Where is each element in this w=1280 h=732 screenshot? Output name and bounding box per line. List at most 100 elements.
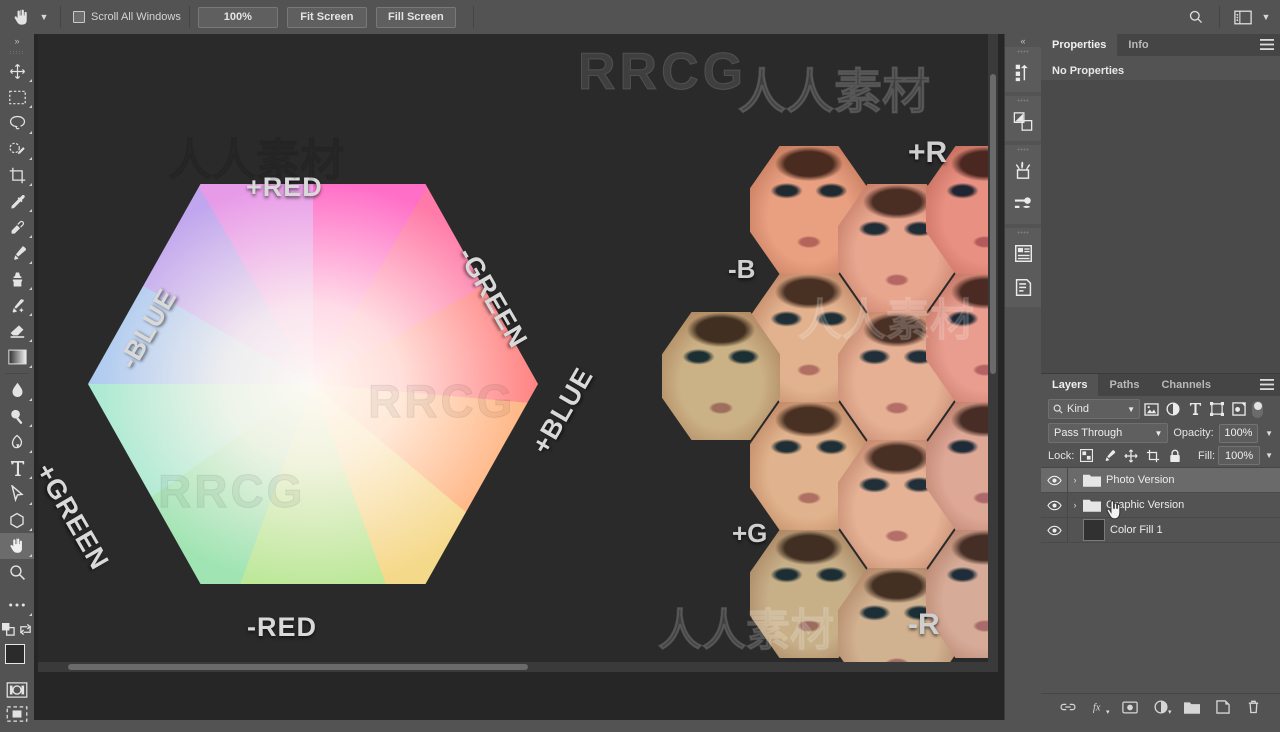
layer-style-button[interactable]: fx ▾ bbox=[1090, 698, 1109, 717]
default-colors-icon[interactable] bbox=[0, 618, 17, 640]
new-group-button[interactable] bbox=[1183, 698, 1201, 716]
canvas-horizontal-scrollbar[interactable] bbox=[38, 662, 998, 672]
scrollbar-thumb[interactable] bbox=[990, 74, 996, 374]
fill-chevron-icon[interactable]: ▼ bbox=[1265, 451, 1273, 460]
tab-info[interactable]: Info bbox=[1117, 34, 1159, 56]
lock-all-icon[interactable] bbox=[1165, 446, 1184, 465]
brush-tool[interactable] bbox=[0, 240, 34, 266]
new-adjustment-layer-button[interactable]: ▾ bbox=[1152, 698, 1172, 716]
toolbar-collapse-icon[interactable]: » bbox=[0, 34, 34, 48]
rail-grip[interactable] bbox=[1005, 96, 1041, 104]
edit-toolbar-ellipsis-icon[interactable] bbox=[0, 592, 34, 618]
filter-enable-toggle[interactable] bbox=[1252, 400, 1263, 418]
panel-menu-icon[interactable] bbox=[1260, 379, 1274, 390]
zoom-tool[interactable] bbox=[0, 559, 34, 585]
tool-corner-marker bbox=[29, 365, 32, 368]
foreground-color-swatch[interactable] bbox=[5, 644, 25, 664]
toolbar-grip[interactable] bbox=[0, 48, 34, 58]
canvas-vertical-scrollbar[interactable] bbox=[988, 34, 998, 672]
pen-tool[interactable] bbox=[0, 429, 34, 455]
filter-shape-layers-icon[interactable] bbox=[1206, 399, 1228, 419]
hand-tool[interactable] bbox=[0, 533, 34, 559]
group-expand-chevron-icon[interactable]: › bbox=[1068, 475, 1082, 485]
document-window[interactable]: +RED -GREEN +BLUE -RED +GREEN -BLUE +R -… bbox=[38, 34, 998, 672]
shape-tool[interactable] bbox=[0, 507, 34, 533]
layer-name[interactable]: Graphic Version bbox=[1106, 499, 1184, 511]
layer-color-fill-thumbnail[interactable] bbox=[1083, 519, 1105, 541]
history-panel-icon[interactable] bbox=[1005, 55, 1041, 89]
spot-healing-brush-tool[interactable] bbox=[0, 214, 34, 240]
tab-properties[interactable]: Properties bbox=[1041, 34, 1118, 56]
workspace-chevron-icon[interactable]: ▼ bbox=[1258, 4, 1274, 30]
tool-preset-chevron-icon[interactable]: ▼ bbox=[36, 4, 52, 30]
filter-adjustment-layers-icon[interactable] bbox=[1162, 399, 1184, 419]
link-layers-button[interactable] bbox=[1059, 698, 1077, 716]
opacity-chevron-icon[interactable]: ▼ bbox=[1265, 429, 1273, 438]
rail-grip[interactable] bbox=[1005, 47, 1041, 55]
workspace-switcher-icon[interactable] bbox=[1230, 6, 1256, 28]
notes-panel-icon[interactable] bbox=[1005, 270, 1041, 304]
layer-comps-panel-icon[interactable] bbox=[1005, 236, 1041, 270]
search-icon[interactable] bbox=[1183, 6, 1209, 28]
marquee-tool[interactable] bbox=[0, 84, 34, 110]
brushes-panel-icon[interactable] bbox=[1005, 153, 1041, 187]
layer-row-color-fill-1[interactable]: Color Fill 1 bbox=[1041, 518, 1280, 543]
lock-artboard-nesting-icon[interactable] bbox=[1143, 446, 1162, 465]
brush-settings-panel-icon[interactable] bbox=[1005, 187, 1041, 221]
rail-grip[interactable] bbox=[1005, 228, 1041, 236]
lasso-tool[interactable] bbox=[0, 110, 34, 136]
new-layer-button[interactable] bbox=[1214, 698, 1232, 716]
canvas-area[interactable]: +RED -GREEN +BLUE -RED +GREEN -BLUE +R -… bbox=[34, 34, 1004, 720]
layer-visibility-toggle[interactable] bbox=[1041, 518, 1067, 542]
crop-tool[interactable] bbox=[0, 162, 34, 188]
dodge-tool[interactable] bbox=[0, 403, 34, 429]
layer-row-photo-version[interactable]: › Photo Version bbox=[1041, 468, 1280, 493]
eraser-tool[interactable] bbox=[0, 318, 34, 344]
fit-screen-button[interactable]: Fit Screen bbox=[286, 6, 367, 28]
layer-name[interactable]: Color Fill 1 bbox=[1110, 524, 1163, 536]
zoom-100-button[interactable]: 100% bbox=[197, 6, 278, 28]
swap-colors-icon[interactable] bbox=[17, 618, 34, 640]
color-swatches[interactable] bbox=[0, 642, 34, 678]
layer-filter-kind-select[interactable]: Kind ▼ bbox=[1048, 399, 1140, 419]
eyedropper-tool[interactable] bbox=[0, 188, 34, 214]
layer-name[interactable]: Photo Version bbox=[1106, 474, 1175, 486]
layer-visibility-toggle[interactable] bbox=[1041, 493, 1067, 517]
lock-transparent-pixels-icon[interactable] bbox=[1077, 446, 1096, 465]
lock-position-icon[interactable] bbox=[1121, 446, 1140, 465]
fill-screen-button[interactable]: Fill Screen bbox=[375, 6, 456, 28]
filter-pixel-layers-icon[interactable] bbox=[1140, 399, 1162, 419]
gradient-tool[interactable] bbox=[0, 344, 34, 370]
filter-smart-object-layers-icon[interactable] bbox=[1228, 399, 1250, 419]
opacity-value[interactable]: 100% bbox=[1218, 423, 1259, 443]
tab-paths[interactable]: Paths bbox=[1098, 374, 1150, 396]
layer-filter-kind-label: Kind bbox=[1067, 403, 1090, 415]
delete-layer-button[interactable] bbox=[1245, 698, 1263, 716]
clone-stamp-tool[interactable] bbox=[0, 266, 34, 292]
screen-mode-icon[interactable] bbox=[0, 702, 34, 726]
layer-row-graphic-version[interactable]: › Graphic Version bbox=[1041, 493, 1280, 518]
move-tool[interactable] bbox=[0, 58, 34, 84]
fill-value[interactable]: 100% bbox=[1218, 446, 1261, 465]
rail-collapse-icon[interactable]: « bbox=[1005, 34, 1041, 47]
panel-menu-icon[interactable] bbox=[1260, 39, 1274, 50]
tab-layers[interactable]: Layers bbox=[1041, 374, 1099, 396]
blur-tool[interactable] bbox=[0, 377, 34, 403]
lock-image-pixels-icon[interactable] bbox=[1099, 446, 1118, 465]
filter-type-layers-icon[interactable] bbox=[1184, 399, 1206, 419]
layer-visibility-toggle[interactable] bbox=[1041, 468, 1067, 492]
actions-panel-icon[interactable] bbox=[1005, 104, 1041, 138]
scrollbar-thumb[interactable] bbox=[68, 664, 528, 670]
tab-channels[interactable]: Channels bbox=[1150, 374, 1222, 396]
blend-mode-select[interactable]: Pass Through ▼ bbox=[1048, 423, 1169, 443]
path-selection-tool[interactable] bbox=[0, 481, 34, 507]
add-layer-mask-button[interactable] bbox=[1121, 698, 1139, 716]
scroll-all-windows-checkbox[interactable]: Scroll All Windows bbox=[73, 11, 181, 23]
hand-tool-icon[interactable] bbox=[6, 4, 36, 30]
quick-selection-tool[interactable] bbox=[0, 136, 34, 162]
quick-mask-icon[interactable] bbox=[0, 678, 34, 702]
history-brush-tool[interactable] bbox=[0, 292, 34, 318]
rail-grip[interactable] bbox=[1005, 145, 1041, 153]
type-tool[interactable] bbox=[0, 455, 34, 481]
group-expand-chevron-icon[interactable]: › bbox=[1068, 500, 1082, 510]
